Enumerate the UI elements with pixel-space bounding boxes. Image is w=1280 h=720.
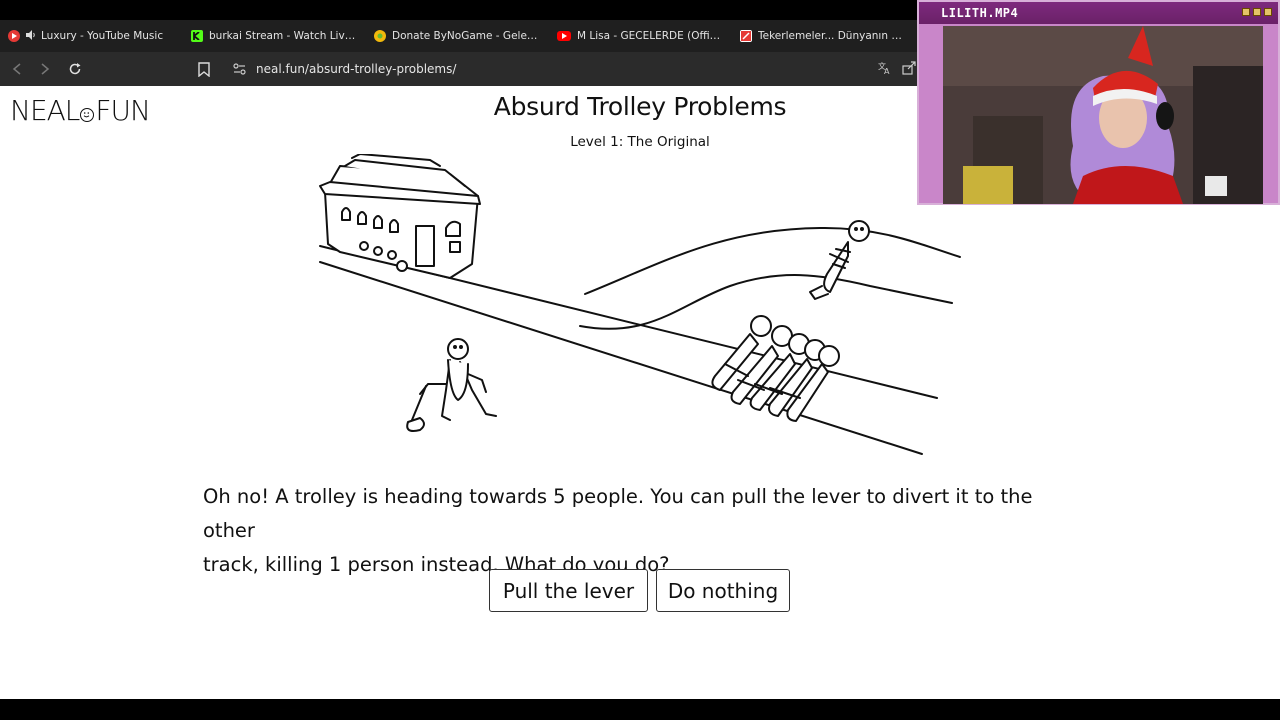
share-icon[interactable]: [902, 60, 916, 79]
webcam-overlay: LILITH.MP4: [917, 0, 1280, 205]
close-icon: [1264, 8, 1272, 16]
site-icon: [740, 30, 752, 42]
url-bar[interactable]: neal.fun/absurd-trolley-problems/ 文A: [222, 57, 918, 81]
minimize-icon: [1242, 8, 1250, 16]
bookmark-icon[interactable]: [196, 60, 212, 78]
tab-title: Donate ByNoGame - Gelen/Gide: [392, 30, 541, 42]
five-people-on-main-track-icon: [711, 315, 840, 422]
question-line-1: Oh no! A trolley is heading towards 5 pe…: [203, 485, 1033, 542]
tab-bynogame[interactable]: Donate ByNoGame - Gelen/Gide: [366, 22, 549, 50]
bottom-strip: [0, 699, 1280, 720]
scenario-question: Oh no! A trolley is heading towards 5 pe…: [203, 480, 1083, 582]
address-bar-row: neal.fun/absurd-trolley-problems/ 文A: [0, 52, 918, 86]
reload-icon[interactable]: [64, 58, 86, 80]
tab-bar: Luxury - YouTube Music burkai Stream - W…: [0, 20, 918, 52]
maximize-icon: [1253, 8, 1261, 16]
webcam-title: LILITH.MP4: [941, 6, 1019, 20]
tab-title: M Lisa - GECELERDE (Official Lyr: [577, 30, 724, 42]
trolley-icon: [319, 154, 481, 279]
kick-icon: [191, 30, 203, 42]
person-on-side-track-icon: [809, 220, 870, 300]
webcam-video: [943, 26, 1263, 204]
youtube-music-icon: [8, 30, 20, 42]
tab-kick-stream[interactable]: burkai Stream - Watch Live on K: [183, 22, 366, 50]
translate-icon[interactable]: 文A: [878, 61, 892, 78]
webcam-titlebar: LILITH.MP4: [919, 2, 1278, 24]
tab-youtube-music[interactable]: Luxury - YouTube Music: [0, 22, 183, 50]
svg-text:A: A: [884, 67, 890, 75]
youtube-icon: [557, 31, 571, 41]
tab-m-lisa[interactable]: M Lisa - GECELERDE (Official Lyr: [549, 22, 732, 50]
speaker-icon[interactable]: [26, 29, 36, 43]
tab-title: Tekerlemeler... Dünyanın En Zor: [758, 30, 907, 42]
tab-title: Luxury - YouTube Music: [41, 30, 164, 42]
do-nothing-button[interactable]: Do nothing: [656, 569, 790, 612]
url-text: neal.fun/absurd-trolley-problems/: [256, 62, 457, 76]
tab-tekerlemeler[interactable]: Tekerlemeler... Dünyanın En Zor: [732, 22, 915, 50]
bynogame-icon: [374, 30, 386, 42]
man-with-lever-icon: [406, 338, 497, 432]
side-track: [579, 226, 961, 330]
pull-lever-button[interactable]: Pull the lever: [489, 569, 648, 612]
trolley-scene-illustration: [319, 154, 961, 455]
site-settings-icon[interactable]: [232, 62, 246, 76]
back-icon[interactable]: [6, 58, 28, 80]
window-controls: [1242, 8, 1272, 16]
forward-icon[interactable]: [34, 58, 56, 80]
tab-title: burkai Stream - Watch Live on K: [209, 30, 358, 42]
